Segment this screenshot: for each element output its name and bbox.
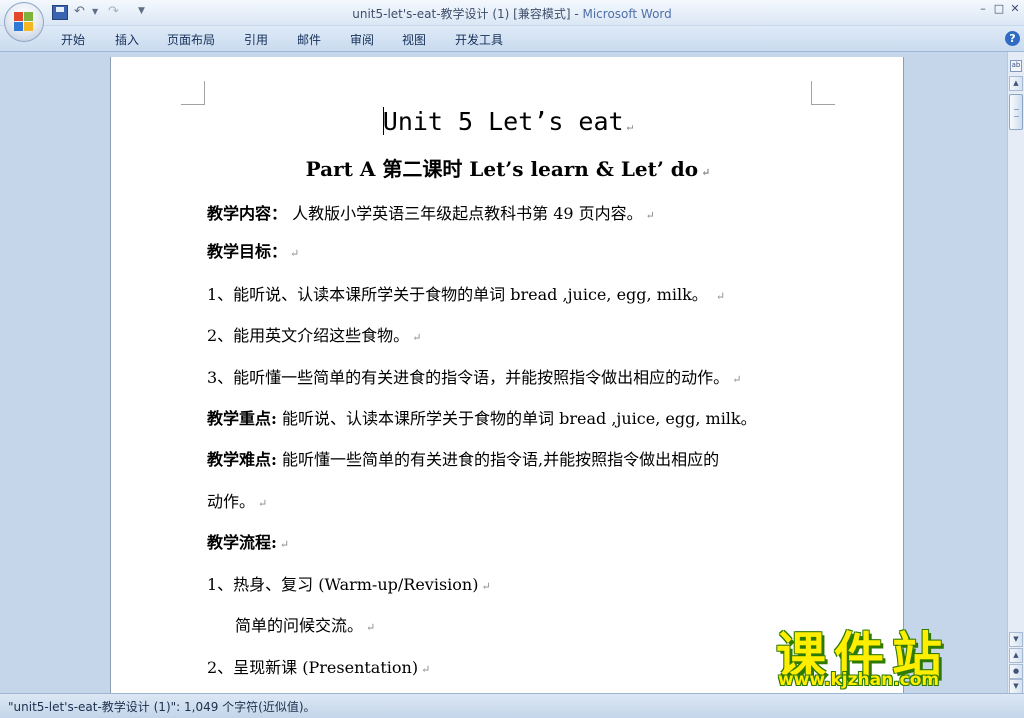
paragraph-mark-icon: ↵ [732,373,742,386]
paragraph-process[interactable]: 教学流程: ↵ [207,529,289,553]
paragraph-text: 简单的问候交流。 [235,616,364,635]
paragraph-content[interactable]: 教学内容： 人教版小学英语三年级起点教科书第 49 页内容。 ↵ [207,200,655,224]
customize-toolbar-icon[interactable]: ▼ [138,6,145,24]
crop-mark-top-right [811,81,835,105]
paragraph-text: 2、能用英文介绍这些食物。 [207,326,410,345]
paragraph-mark-icon: ↵ [626,120,634,133]
save-icon[interactable] [52,5,68,20]
paragraph-label: 教学难点: [207,450,277,469]
title-separator: - [570,7,583,21]
document-subtitle-text: Part A 第二课时 Let’s learn & Let’ do [305,157,699,181]
paragraph-mark-icon: ↵ [645,209,655,222]
paragraph-step-2[interactable]: 2、呈现新课 (Presentation) ↵ [207,654,430,678]
paragraph-text: 2、呈现新课 (Presentation) [207,658,419,677]
tab-developer[interactable]: 开发工具 [455,31,503,48]
help-icon[interactable]: ? [1005,31,1020,46]
scroll-up-button[interactable]: ▲ [1009,76,1023,91]
window-title: unit5-let's-eat-教学设计 (1) [兼容模式] - Micros… [0,5,1024,22]
paragraph-text: 1、能听说、认读本课所学关于食物的单词 bread ,juice, egg, m… [207,285,713,304]
paragraph-step-1[interactable]: 1、热身、复习 (Warm-up/Revision) ↵ [207,571,491,595]
paragraph-objective-3[interactable]: 3、能听懂一些简单的有关进食的指令语，并能按照指令做出相应的动作。 ↵ [207,364,741,388]
document-page[interactable]: Unit 5 Let’s eat ↵ Part A 第二课时 Let’s lear… [110,57,904,693]
document-name: unit5-let's-eat-教学设计 (1) [兼容模式] [352,7,571,21]
office-logo-icon [14,12,34,32]
tab-page-layout[interactable]: 页面布局 [167,31,215,48]
paragraph-mark-icon: ↵ [481,580,491,593]
next-page-button[interactable]: ▼ [1009,679,1023,694]
paragraph-mark-icon: ↵ [258,497,268,510]
close-button[interactable]: ✕ [1006,2,1024,15]
watermark-url: www.kjzhan.com [778,670,940,690]
tab-insert[interactable]: 插入 [115,31,139,48]
paragraph-mark-icon: ↵ [279,538,290,551]
paragraph-objective-1[interactable]: 1、能听说、认读本课所学关于食物的单词 bread ,juice, egg, m… [207,281,725,305]
status-text: "unit5-let's-eat-教学设计 (1)": 1,049 个字符(近似… [8,700,316,714]
paragraph-text: 动作。 [207,492,256,511]
scroll-down-button[interactable]: ▼ [1009,632,1023,647]
paragraph-mark-icon: ↵ [290,247,300,260]
paragraph-key-points[interactable]: 教学重点: 能听说、认读本课所学关于食物的单词 bread ,juice, eg… [207,405,757,429]
ribbon-tabs: 开始 插入 页面布局 引用 邮件 审阅 视图 开发工具 ? [0,26,1024,52]
document-area: Unit 5 Let’s eat ↵ Part A 第二课时 Let’s lear… [0,52,1007,693]
paragraph-text: 人教版小学英语三年级起点教科书第 49 页内容。 [287,204,643,223]
paragraph-difficulties-cont[interactable]: 动作。 ↵ [207,488,267,512]
document-title[interactable]: Unit 5 Let’s eat ↵ [111,107,905,136]
paragraph-label: 教学目标： [207,242,288,261]
redo-icon[interactable]: ↷ [108,4,119,22]
paragraph-mark-icon: ↵ [715,290,726,303]
paragraph-text: 能听懂一些简单的有关进食的指令语,并能按照指令做出相应的 [276,450,720,469]
status-bar: "unit5-let's-eat-教学设计 (1)": 1,049 个字符(近似… [0,693,1024,718]
paragraph-mark-icon: ↵ [701,166,711,179]
paragraph-label: 教学流程: [207,533,277,552]
watermark-logo: 课件站 www.kjzhan.com [776,616,1006,694]
scroll-thumb[interactable] [1009,94,1023,130]
paragraph-objective-2[interactable]: 2、能用英文介绍这些食物。 ↵ [207,322,421,346]
tab-view[interactable]: 视图 [402,31,426,48]
paragraph-difficulties[interactable]: 教学难点: 能听懂一些简单的有关进食的指令语,并能按照指令做出相应的 [207,446,719,470]
tab-references[interactable]: 引用 [244,31,268,48]
select-browse-object-button[interactable]: ● [1009,664,1023,679]
tab-home[interactable]: 开始 [61,31,85,48]
view-ruler-button[interactable]: ab [1010,60,1022,72]
paragraph-text: 3、能听懂一些简单的有关进食的指令语，并能按照指令做出相应的动作。 [207,368,730,387]
undo-dropdown-icon[interactable]: ▼ [92,7,98,25]
paragraph-text: 1、热身、复习 (Warm-up/Revision) [207,575,479,594]
previous-page-button[interactable]: ▲ [1009,648,1023,663]
paragraph-label: 教学重点: [207,409,277,428]
paragraph-label: 教学内容： [207,204,288,223]
paragraph-mark-icon: ↵ [421,663,431,676]
undo-icon[interactable]: ↶ [74,4,85,22]
office-button[interactable] [4,2,44,42]
paragraph-objectives[interactable]: 教学目标： ↵ [207,238,299,262]
paragraph-mark-icon: ↵ [412,331,422,344]
paragraph-text: 能听说、认读本课所学关于食物的单词 bread ,juice, egg, mil… [276,409,757,428]
document-subtitle[interactable]: Part A 第二课时 Let’s learn & Let’ do ↵ [111,153,905,182]
title-bar: ↶ ▼ ↷ ▼ unit5-let's-eat-教学设计 (1) [兼容模式] … [0,0,1024,42]
paragraph-step-1-detail[interactable]: 简单的问候交流。 ↵ [235,612,375,636]
paragraph-mark-icon: ↵ [366,621,376,634]
vertical-scrollbar[interactable]: ab ▲ ▼ ▲ ● ▼ [1007,52,1024,694]
app-name: Microsoft Word [582,7,672,21]
tab-review[interactable]: 审阅 [350,31,374,48]
document-title-text: Unit 5 Let’s eat [382,107,624,136]
crop-mark-top-left [181,81,205,105]
tab-mailings[interactable]: 邮件 [297,31,321,48]
